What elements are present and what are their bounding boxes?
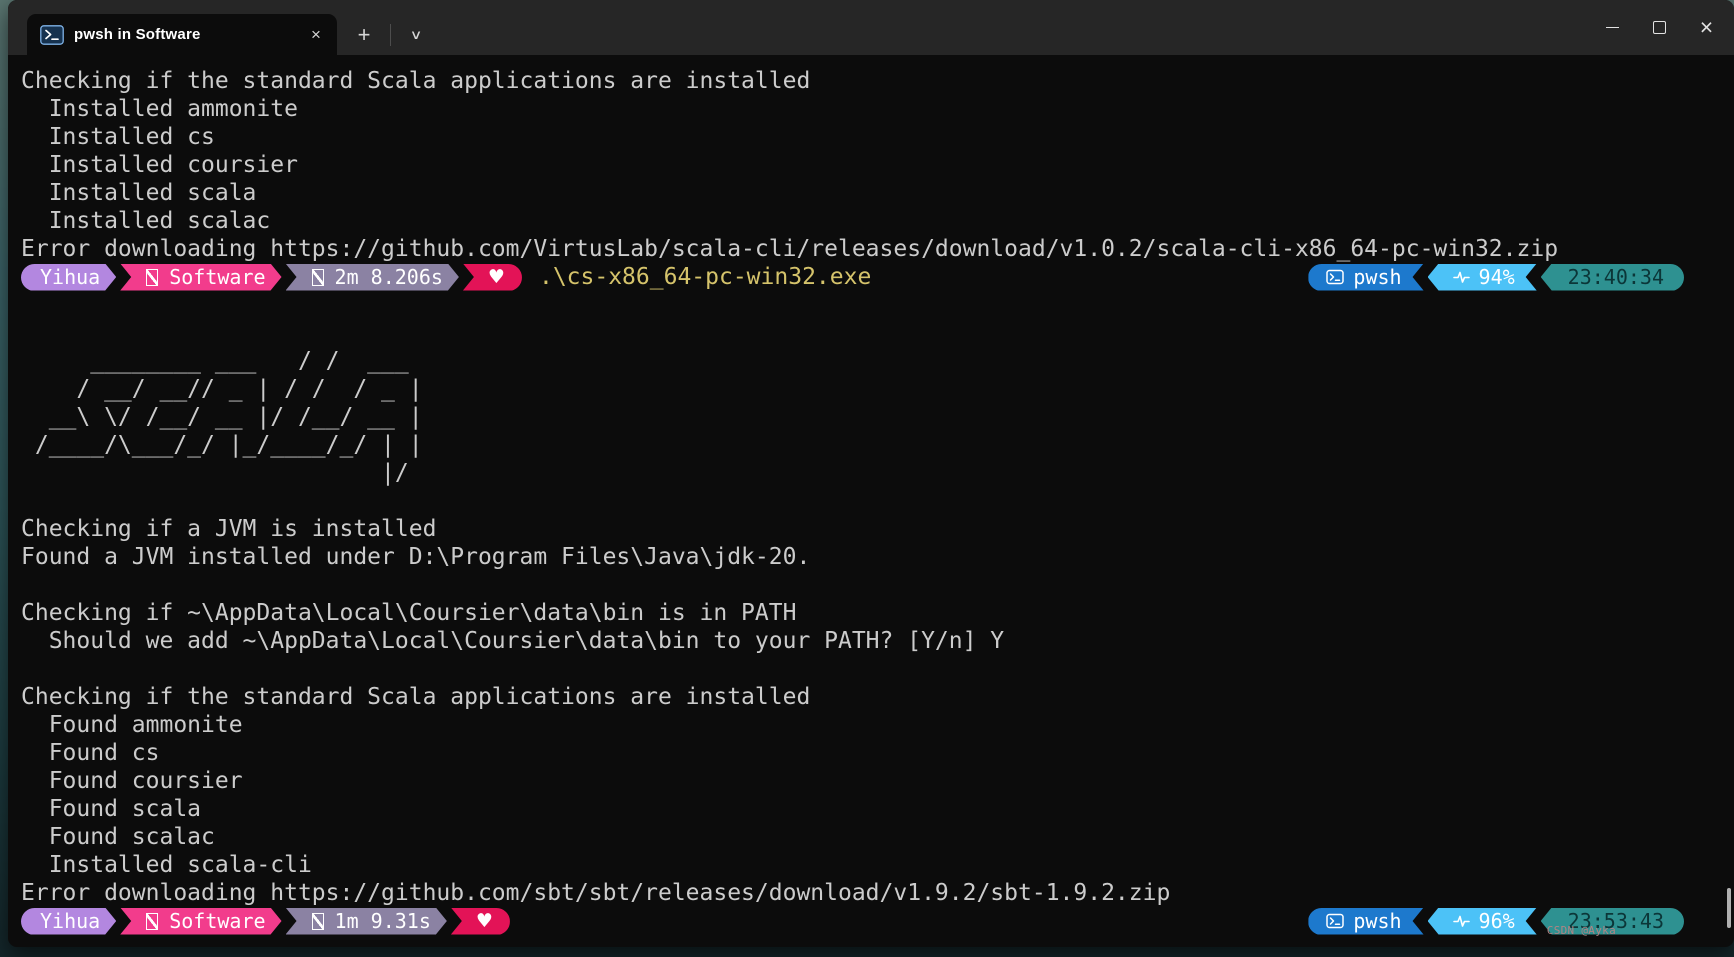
tab-actions-divider [390,24,391,46]
terminal-output-line: Found scala [21,795,1720,823]
pulse-icon [1453,914,1470,929]
ascii-art-line: __\ \/ /__/ __ |/ /__/ __ | [21,403,1720,431]
close-tab-icon[interactable]: × [301,21,331,49]
prompt-status-segment: ♥ [451,908,510,935]
terminal-icon [1326,269,1344,285]
prompt-line-2: Yihua Software 1m 9.31s ♥ pwsh 96% 23:53… [21,907,1720,935]
terminal-output-line: Checking if the standard Scala applicati… [21,67,1720,95]
terminal-output-line: Error downloading https://github.com/Vir… [21,235,1720,263]
terminal-icon [1326,913,1344,929]
minimize-button[interactable] [1589,7,1636,49]
terminal-output-line: Found a JVM installed under D:\Program F… [21,543,1720,571]
maximize-icon [1653,21,1666,34]
blank-line [21,655,1720,683]
prompt-user-segment: Yihua [21,264,116,291]
prompt-status-segment: ♥ [463,264,522,291]
blank-line [21,487,1720,515]
prompt-folder-segment: Software [120,908,281,935]
prompt-duration-segment: 1m 9.31s [286,908,447,935]
prompt-time-segment: 23:40:34 [1541,264,1684,291]
blank-line [21,319,1720,347]
terminal-output-line: Checking if the standard Scala applicati… [21,683,1720,711]
prompt-battery-segment: 96% [1428,908,1537,935]
scrollbar-thumb[interactable] [1727,888,1731,928]
ascii-art-line: ________ ___ / / ___ [21,347,1720,375]
command-text: .\cs-x86_64-pc-win32.exe [539,263,871,291]
close-window-button[interactable]: × [1683,7,1730,49]
powershell-icon [40,25,64,45]
heart-icon: ♥ [476,912,493,931]
ascii-art-line: /____/\___/_/ |_/____/_/ | | [21,431,1720,459]
prompt-user-segment: Yihua [21,908,116,935]
ascii-art-line: |/ [21,459,1720,487]
watermark: CSDN @Ayka [1547,917,1616,945]
prompt-battery-segment: 94% [1428,264,1537,291]
output-block-1: Checking if the standard Scala applicati… [21,67,1720,263]
prompt-shell-segment: pwsh [1308,908,1423,935]
terminal-output-line: Found scalac [21,823,1720,851]
window-controls: × [1589,0,1730,55]
new-tab-button[interactable]: + [347,19,381,51]
terminal-output-line: Found cs [21,739,1720,767]
output-block-2: Checking if a JVM is installedFound a JV… [21,487,1720,907]
terminal-window: pwsh in Software × + ∨ × Checking if the… [8,0,1734,947]
stopwatch-icon [312,913,324,930]
folder-icon [146,269,158,286]
prompt-duration-segment: 2m 8.206s [286,264,459,291]
terminal-output-line: Checking if ~\AppData\Local\Coursier\dat… [21,599,1720,627]
blank-line [21,291,1720,319]
terminal-output-line: Installed scala [21,179,1720,207]
terminal-output-line: Error downloading https://github.com/sbt… [21,879,1720,907]
terminal-output-line: Installed ammonite [21,95,1720,123]
prompt-folder-segment: Software [120,264,281,291]
terminal-viewport[interactable]: Checking if the standard Scala applicati… [8,55,1734,947]
stopwatch-icon [312,269,324,286]
pulse-icon [1453,270,1470,285]
title-bar[interactable]: pwsh in Software × + ∨ × [8,0,1734,55]
scala-ascii-art: ________ ___ / / ___ / __/ __// _ | / / … [21,347,1720,487]
terminal-output-line: Installed scala-cli [21,851,1720,879]
prompt-shell-segment: pwsh [1308,264,1423,291]
prompt-line-1: Yihua Software 2m 8.206s ♥ .\cs-x86_64-p… [21,263,1720,291]
heart-icon: ♥ [488,268,505,287]
tab-title: pwsh in Software [74,26,291,43]
ascii-art-line: / __/ __// _ | / / / _ | [21,375,1720,403]
terminal-output-line: Installed cs [21,123,1720,151]
chevron-down-icon[interactable]: ∨ [394,19,437,51]
terminal-output-line: Checking if a JVM is installed [21,515,1720,543]
blank-line [21,571,1720,599]
maximize-button[interactable] [1636,7,1683,49]
terminal-output-line: Should we add ~\AppData\Local\Coursier\d… [21,627,1720,655]
folder-icon [146,913,158,930]
terminal-output-line: Found coursier [21,767,1720,795]
terminal-output-line: Installed coursier [21,151,1720,179]
terminal-output-line: Installed scalac [21,207,1720,235]
tab-pwsh[interactable]: pwsh in Software × [27,14,337,55]
terminal-output-line: Found ammonite [21,711,1720,739]
minimize-icon [1606,27,1619,29]
